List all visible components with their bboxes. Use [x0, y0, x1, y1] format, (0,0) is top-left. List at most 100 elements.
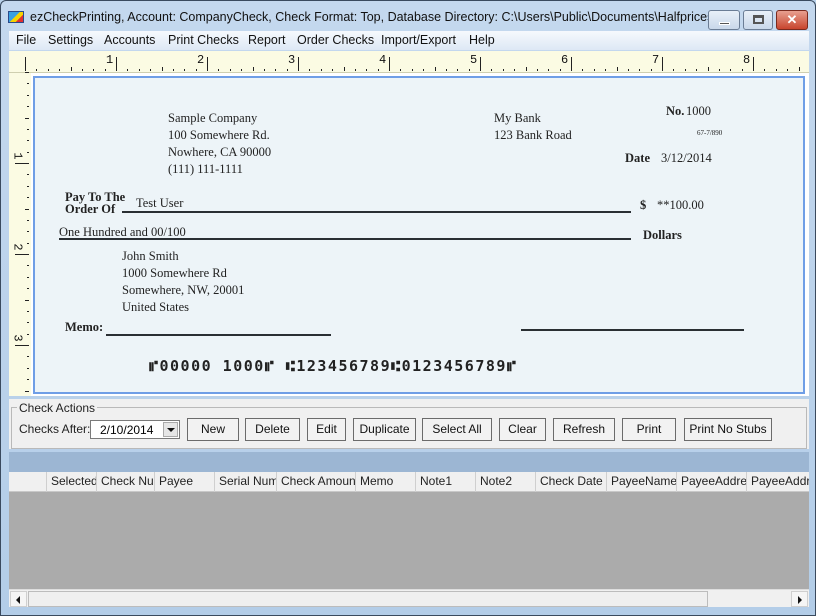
check-amount: **100.00	[657, 198, 704, 212]
menu-order-checks[interactable]: Order Checks	[297, 33, 374, 47]
app-window: ezCheckPrinting, Account: CompanyCheck, …	[0, 0, 816, 616]
close-button[interactable]: ✕	[776, 10, 808, 30]
ruler-tick	[27, 322, 29, 323]
signature-line	[521, 329, 744, 331]
minimize-button[interactable]	[708, 10, 740, 30]
ruler-tick	[25, 57, 26, 71]
ruler-tick	[27, 231, 29, 232]
ruler-tick	[639, 69, 640, 71]
scroll-left-icon[interactable]	[10, 591, 27, 607]
ruler-tick	[25, 118, 29, 119]
column-header-payee-address-1[interactable]: PayeeAddre	[676, 472, 746, 492]
menu-help[interactable]: Help	[469, 33, 495, 47]
ruler-tick	[696, 69, 697, 71]
print-button[interactable]: Print	[622, 418, 676, 441]
menu-import-export[interactable]: Import/Export	[381, 33, 456, 47]
chevron-down-icon[interactable]	[163, 422, 178, 437]
scrollbar-thumb[interactable]	[28, 591, 708, 607]
ruler-tick	[378, 69, 379, 71]
ruler-tick	[27, 311, 29, 312]
ruler-tick	[514, 69, 515, 71]
column-header-selected[interactable]: Selected	[46, 472, 96, 492]
ruler-label: 5	[470, 53, 478, 67]
ruler-tick	[309, 69, 310, 71]
ruler-tick	[27, 220, 29, 221]
select-all-button[interactable]: Select All	[422, 418, 492, 441]
check-number: 1000	[686, 104, 711, 118]
clear-button[interactable]: Clear	[499, 418, 546, 441]
ruler-tick	[25, 391, 29, 392]
edit-button[interactable]: Edit	[307, 418, 346, 441]
ruler-tick	[366, 69, 367, 71]
micr-line: ⑈00000 1000⑈ ⑆123456789⑆0123456789⑈	[149, 357, 518, 375]
refresh-button[interactable]: Refresh	[553, 418, 615, 441]
menu-file[interactable]: File	[16, 33, 36, 47]
new-button[interactable]: New	[187, 418, 239, 441]
ruler-tick	[173, 69, 174, 71]
checks-after-label: Checks After:	[19, 422, 91, 436]
ruler-tick	[82, 69, 83, 71]
ruler-tick	[139, 69, 140, 71]
ruler-tick	[355, 69, 356, 71]
ruler-tick	[27, 95, 29, 96]
ruler-tick	[753, 57, 754, 71]
memo-line	[106, 334, 331, 336]
ruler-tick	[218, 69, 219, 71]
checks-after-date-picker[interactable]: 2/10/2014	[90, 420, 180, 439]
column-header-note1[interactable]: Note1	[415, 472, 475, 492]
menu-print-checks[interactable]: Print Checks	[168, 33, 239, 47]
menu-accounts[interactable]: Accounts	[104, 33, 155, 47]
ruler-tick	[480, 57, 481, 71]
column-header-payee-address-2[interactable]: PayeeAddre	[746, 472, 809, 492]
column-header-note2[interactable]: Note2	[475, 472, 535, 492]
delete-button[interactable]: Delete	[245, 418, 300, 441]
ruler-label: 7	[652, 53, 660, 67]
ruler-tick	[287, 69, 288, 71]
duplicate-button[interactable]: Duplicate	[353, 418, 416, 441]
check-date: 3/12/2014	[661, 151, 712, 165]
maximize-icon	[753, 15, 764, 24]
check-preview[interactable]: Sample Company 100 Somewhere Rd. Nowhere…	[33, 76, 805, 394]
column-header-check-amount[interactable]: Check Amount	[276, 472, 355, 492]
ruler-tick	[412, 69, 413, 71]
ruler-label: 6	[561, 53, 569, 67]
ruler-tick	[253, 67, 254, 71]
ruler-tick	[27, 288, 29, 289]
ruler-tick	[230, 69, 231, 71]
column-header-serial-num[interactable]: Serial Num	[214, 472, 276, 492]
column-header-check-date[interactable]: Check Date	[535, 472, 606, 492]
menu-report[interactable]: Report	[248, 33, 286, 47]
checks-grid[interactable]: Selected Check Nu Payee Serial Num Check…	[9, 452, 809, 607]
title-bar[interactable]: ezCheckPrinting, Account: CompanyCheck, …	[1, 1, 815, 31]
column-header-payee-name[interactable]: PayeeName	[606, 472, 676, 492]
ruler-tick	[27, 368, 29, 369]
print-no-stubs-button[interactable]: Print No Stubs	[684, 418, 772, 441]
ruler-tick	[241, 69, 242, 71]
scroll-right-icon[interactable]	[791, 591, 808, 607]
ruler-label: 4	[379, 53, 387, 67]
grid-caption-bar	[9, 452, 809, 472]
pay-to-label-line-2: Order Of	[65, 202, 116, 216]
ruler-tick	[15, 254, 29, 255]
menu-settings[interactable]: Settings	[48, 33, 93, 47]
ruler-tick	[662, 57, 663, 71]
ruler-tick	[628, 69, 629, 71]
column-header-payee[interactable]: Payee	[154, 472, 214, 492]
company-address-2: Nowhere, CA 90000	[168, 145, 272, 159]
column-header-check-number[interactable]: Check Nu	[96, 472, 154, 492]
ruler-tick	[457, 69, 458, 71]
ruler-tick	[548, 69, 549, 71]
minimize-icon	[719, 22, 730, 25]
ruler-tick	[27, 129, 29, 130]
ruler-tick	[423, 69, 424, 71]
payee-line	[122, 211, 631, 213]
ruler-tick	[617, 67, 618, 71]
company-address-1: 100 Somewhere Rd.	[168, 128, 270, 142]
ruler-tick	[36, 69, 37, 71]
ruler-tick	[651, 69, 652, 71]
ruler-tick	[207, 57, 208, 71]
maximize-button[interactable]	[743, 10, 773, 30]
column-header-memo[interactable]: Memo	[355, 472, 415, 492]
ruler-label: 3	[10, 334, 25, 342]
horizontal-scrollbar[interactable]	[9, 589, 809, 607]
